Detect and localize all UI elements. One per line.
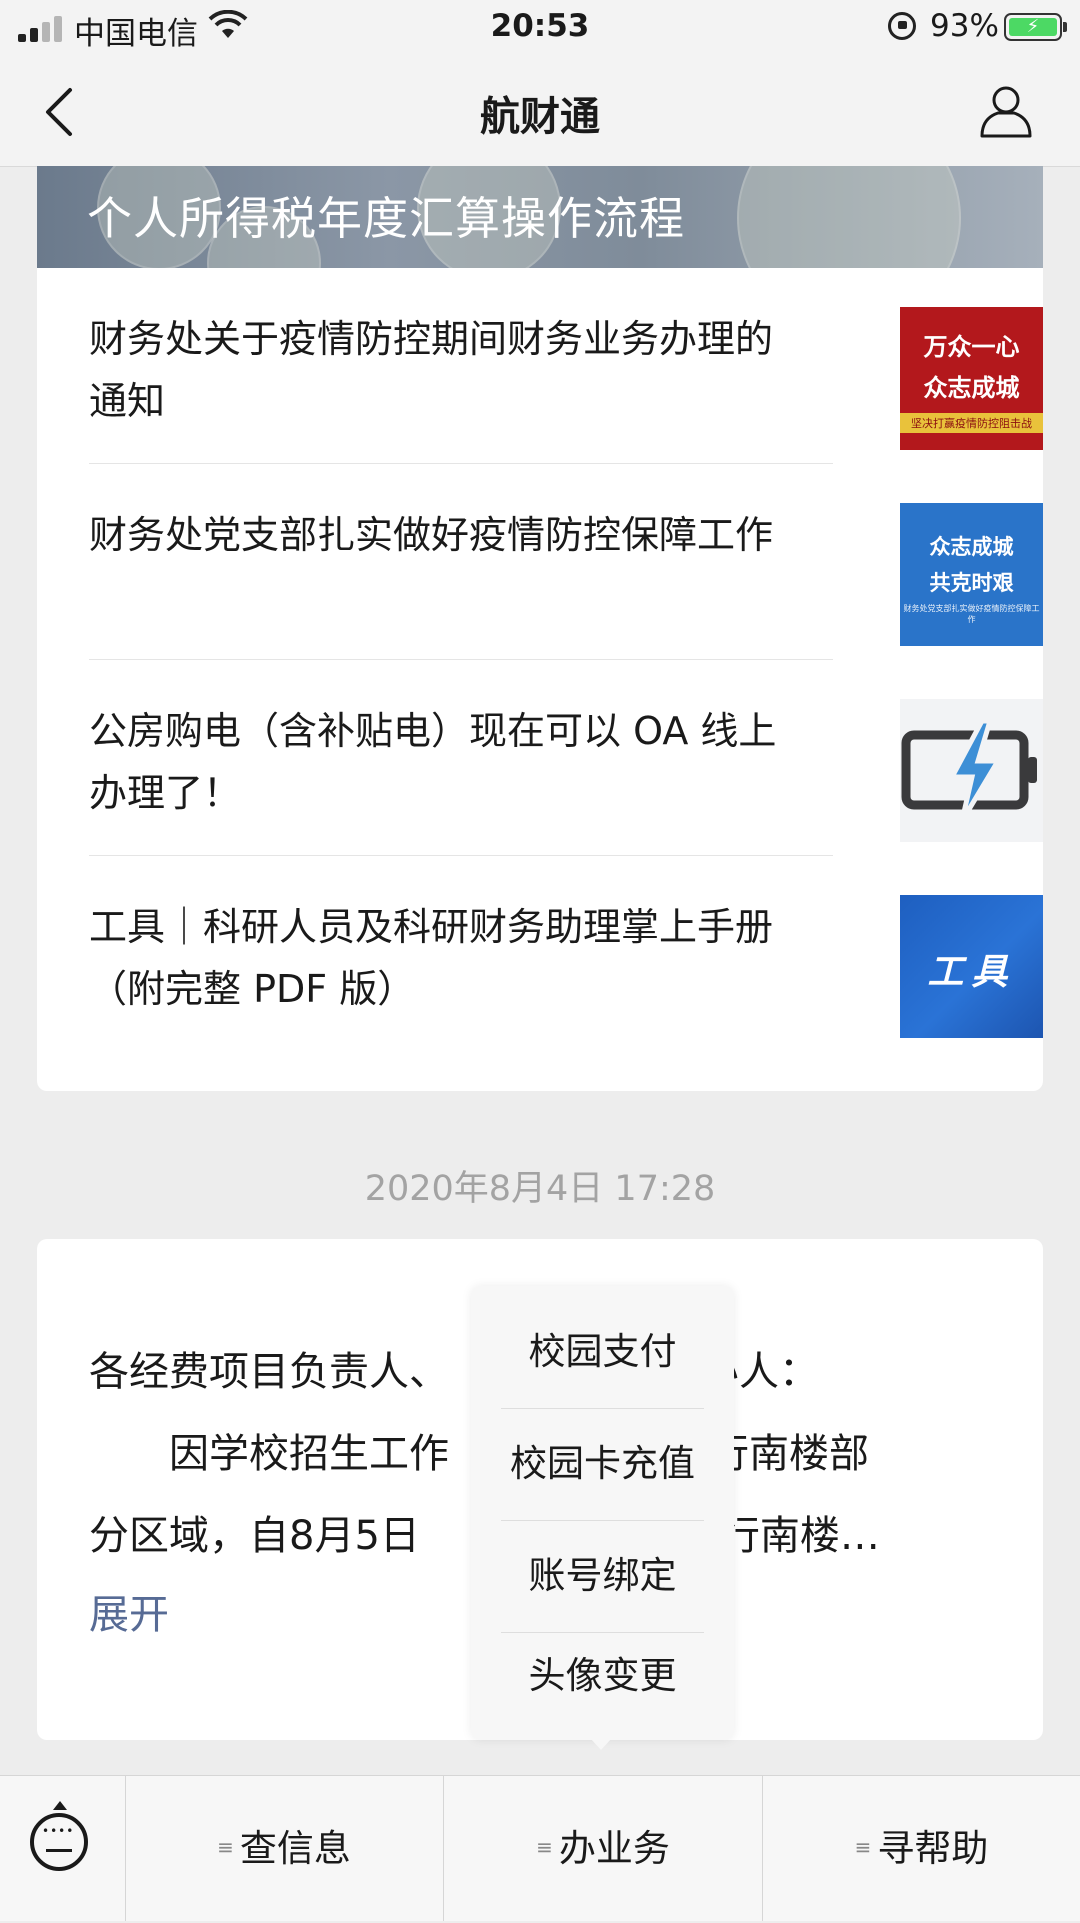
submenu-popup: 校园支付 校园卡充值 账号绑定 头像变更 (471, 1286, 734, 1740)
menu-item-avatar-change[interactable]: 头像变更 (471, 1620, 734, 1732)
article-item[interactable]: 财务处关于疫情防控期间财务业务办理的通知 万众一心 众志成城 坚决打赢疫情防控阻… (89, 268, 1043, 464)
article-title: 财务处党支部扎实做好疫情防控保障工作 (89, 513, 774, 557)
keyboard-toggle-button[interactable] (0, 1776, 126, 1921)
article-thumbnail: 众志成城 共克时艰 财务处党支部扎实做好疫情防控保障工作 (900, 503, 1043, 646)
battery-percent: 93% (930, 8, 999, 44)
menu-item-campus-pay[interactable]: 校园支付 (471, 1296, 734, 1408)
article-card: 个人所得税年度汇算操作流程 财务处关于疫情防控期间财务业务办理的通知 万众一心 … (37, 166, 1043, 1091)
article-title: 工具｜科研人员及科研财务助理掌上手册（附完整 PDF 版） (89, 905, 774, 1011)
banner-title: 个人所得税年度汇算操作流程 (87, 192, 686, 245)
article-title: 财务处关于疫情防控期间财务业务办理的通知 (89, 317, 774, 423)
popup-arrow (590, 1738, 612, 1750)
article-thumbnail: 工具 (900, 895, 1043, 1038)
menu-get-help[interactable]: ≡ 寻帮助 (763, 1776, 1080, 1921)
article-item[interactable]: 工具｜科研人员及科研财务助理掌上手册（附完整 PDF 版） 工具 (89, 856, 1043, 1052)
battery-charging-icon (900, 699, 1043, 842)
expand-link[interactable]: 展开 (89, 1582, 169, 1640)
top-bar: 中国电信 20:53 93% ⚡ 航财通 (0, 0, 1080, 167)
status-bar: 中国电信 20:53 93% ⚡ (0, 0, 1080, 56)
menu-item-account-binding[interactable]: 账号绑定 (471, 1520, 734, 1632)
clock: 20:53 (490, 8, 590, 44)
menu-icon: ≡ (536, 1835, 553, 1859)
battery-icon: ⚡ (1004, 13, 1067, 41)
menu-icon: ≡ (854, 1835, 872, 1859)
menu-icon: ≡ (217, 1835, 234, 1859)
article-thumbnail: 万众一心 众志成城 坚决打赢疫情防控阻击战 (900, 307, 1043, 450)
bottom-menu-bar: ≡查信息 ≡办业务 ≡寻帮助 (0, 1775, 1080, 1921)
article-item[interactable]: 公房购电（含补贴电）现在可以 OA 线上办理了！ (89, 660, 1043, 856)
message-timestamp: 2020年8月4日 17:28 (364, 1169, 716, 1209)
page-title: 航财通 (480, 94, 600, 140)
menu-handle-business[interactable]: ≡ 办业务 (444, 1776, 763, 1921)
article-item[interactable]: 财务处党支部扎实做好疫情防控保障工作 众志成城 共克时艰 财务处党支部扎实做好疫… (89, 464, 1043, 660)
orientation-lock-icon (888, 12, 916, 40)
article-banner[interactable]: 个人所得税年度汇算操作流程 (37, 166, 1043, 268)
nav-bar: 航财通 (0, 56, 1080, 166)
profile-icon[interactable] (978, 82, 1034, 140)
keyboard-icon (30, 1813, 88, 1871)
article-title: 公房购电（含补贴电）现在可以 OA 线上办理了！ (89, 709, 777, 815)
menu-item-card-recharge[interactable]: 校园卡充值 (471, 1408, 734, 1520)
caret-up-icon (53, 1801, 67, 1810)
menu-query-info[interactable]: ≡ 查信息 (125, 1776, 444, 1921)
